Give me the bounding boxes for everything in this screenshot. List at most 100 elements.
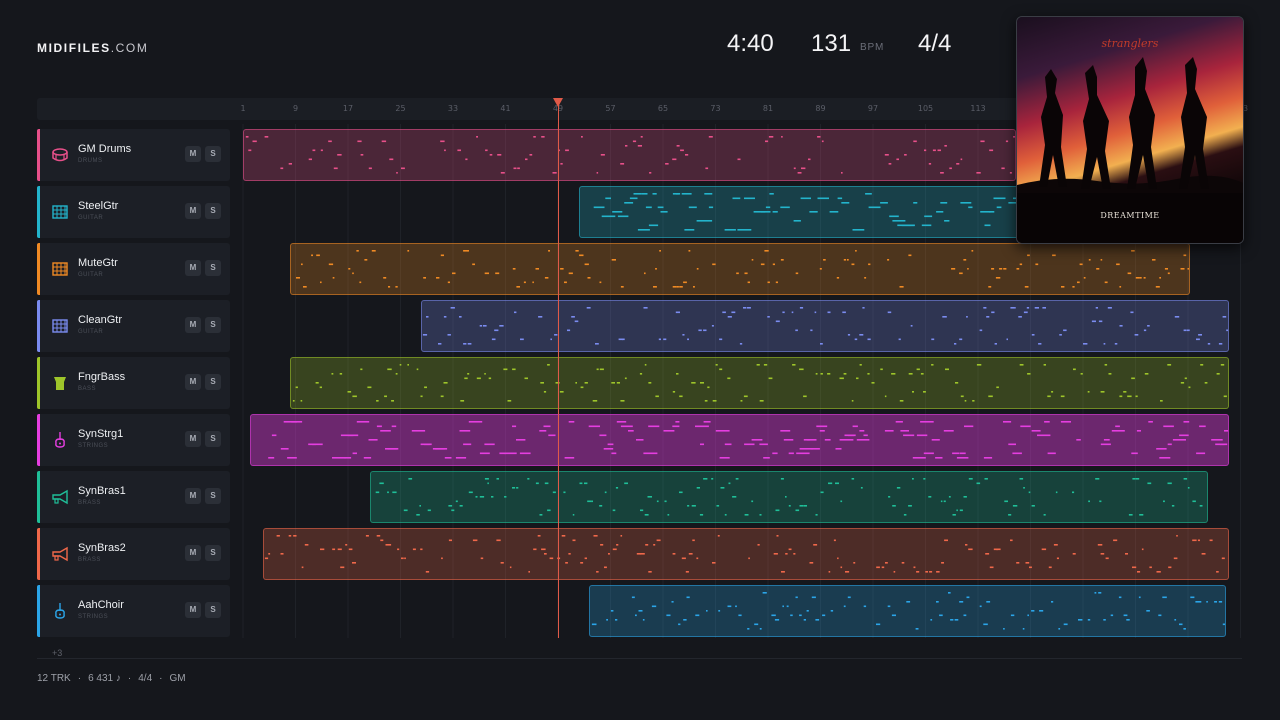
more-tracks-indicator[interactable]: +3 (52, 648, 62, 658)
midi-note (780, 259, 784, 261)
midi-clip[interactable] (290, 357, 1229, 409)
midi-note (783, 439, 794, 441)
track-lane[interactable] (238, 243, 1242, 295)
midi-note (762, 592, 767, 594)
mute-button[interactable]: M (185, 545, 201, 561)
track-lane[interactable] (238, 528, 1242, 580)
track-header-aahchoir[interactable]: AahChoir STRINGS M S (37, 585, 230, 637)
mute-button[interactable]: M (185, 488, 201, 504)
midi-note (568, 272, 573, 275)
solo-button[interactable]: S (205, 602, 221, 618)
solo-button[interactable]: S (205, 545, 221, 561)
midi-clip[interactable] (250, 414, 1229, 466)
midi-note (921, 224, 932, 227)
track-header-fngrbass[interactable]: FngrBass BASS M S (37, 357, 230, 409)
midi-note (751, 500, 754, 503)
solo-button[interactable]: S (205, 317, 221, 333)
song-summary: 12 TRK · 6 431 ♪ · 4/4 · GM (37, 673, 193, 684)
midi-note (801, 167, 806, 170)
midi-note (622, 338, 625, 341)
track-lane[interactable] (238, 357, 1242, 409)
trumpet-icon (51, 488, 69, 506)
playhead-marker[interactable] (553, 98, 563, 107)
midi-note (612, 509, 616, 512)
solo-button[interactable]: S (205, 146, 221, 162)
midi-note (365, 535, 369, 537)
mute-button[interactable]: M (185, 374, 201, 390)
track-header-mutegtr[interactable]: MuteGtr GUITAR M S (37, 243, 230, 295)
drum-icon (51, 146, 69, 164)
midi-clip[interactable] (290, 243, 1190, 295)
midi-note (482, 325, 487, 327)
midi-note (731, 311, 736, 314)
track-lane[interactable] (238, 414, 1242, 466)
track-header-synstrg1[interactable]: SynStrg1 STRINGS M S (37, 414, 230, 466)
midi-note (368, 439, 378, 441)
midi-note (711, 478, 714, 480)
midi-note (799, 368, 804, 371)
midi-note (264, 136, 269, 138)
midi-note (1162, 596, 1167, 599)
midi-note (1095, 478, 1100, 480)
midi-clip[interactable] (421, 300, 1229, 352)
midi-note (865, 193, 872, 195)
midi-note (747, 307, 751, 309)
midi-note (809, 211, 818, 213)
midi-note (847, 334, 851, 336)
track-header-steelgtr[interactable]: SteelGtr GUITAR M S (37, 186, 230, 238)
solo-button[interactable]: S (205, 488, 221, 504)
midi-note (552, 172, 557, 174)
midi-note (455, 500, 458, 503)
clip-notes (292, 364, 1227, 402)
mute-button[interactable]: M (185, 431, 201, 447)
track-lane[interactable] (238, 471, 1242, 523)
midi-note (920, 421, 934, 423)
midi-note (592, 400, 598, 402)
midi-note (991, 268, 995, 270)
midi-clip[interactable] (243, 129, 1016, 181)
track-header-synbras2[interactable]: SynBras2 BRASS M S (37, 528, 230, 580)
midi-note (1019, 478, 1024, 480)
mute-button[interactable]: M (185, 146, 201, 162)
midi-note (485, 149, 488, 152)
midi-note (500, 562, 504, 564)
midi-note (380, 430, 391, 432)
midi-note (910, 325, 913, 327)
midi-note (983, 457, 993, 459)
midi-note (587, 500, 592, 503)
midi-note (1179, 434, 1189, 437)
track-header-gm-drums[interactable]: GM Drums DRUMS M S (37, 129, 230, 181)
midi-note (631, 596, 635, 599)
mute-button[interactable]: M (185, 317, 201, 333)
playhead[interactable] (558, 98, 559, 638)
midi-note (1118, 596, 1122, 599)
midi-note (951, 268, 956, 270)
midi-clip[interactable] (263, 528, 1229, 580)
midi-clip[interactable] (370, 471, 1208, 523)
mute-button[interactable]: M (185, 260, 201, 276)
track-name: SynStrg1 (78, 428, 124, 440)
midi-note (360, 154, 364, 156)
track-header-synbras1[interactable]: SynBras1 BRASS M S (37, 471, 230, 523)
solo-button[interactable]: S (205, 260, 221, 276)
midi-note (775, 320, 780, 323)
track-lane[interactable] (238, 585, 1242, 637)
mute-button[interactable]: M (185, 602, 201, 618)
track-header-cleangtr[interactable]: CleanGtr GUITAR M S (37, 300, 230, 352)
solo-button[interactable]: S (205, 374, 221, 390)
midi-note (817, 197, 829, 200)
midi-note (391, 425, 397, 428)
midi-note (581, 136, 583, 138)
mute-button[interactable]: M (185, 203, 201, 219)
midi-note (1100, 391, 1105, 393)
midi-note (830, 610, 834, 612)
solo-button[interactable]: S (205, 431, 221, 447)
solo-button[interactable]: S (205, 203, 221, 219)
midi-clip[interactable] (579, 186, 1019, 238)
midi-note (397, 548, 400, 551)
midi-note (1048, 566, 1052, 569)
track-lane[interactable] (238, 300, 1242, 352)
midi-clip[interactable] (589, 585, 1226, 637)
midi-note (847, 259, 849, 261)
midi-note (792, 364, 796, 366)
